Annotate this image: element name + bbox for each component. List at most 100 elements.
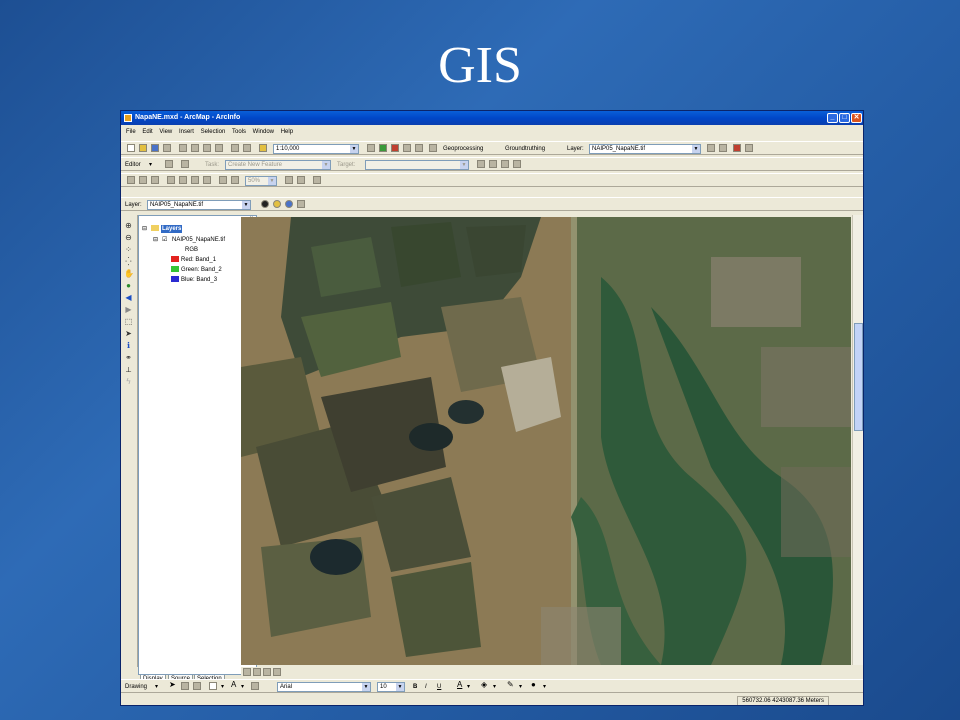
- scroll-thumb[interactable]: [854, 323, 863, 431]
- menu-window[interactable]: Window: [253, 126, 274, 138]
- edit-tool-icon[interactable]: [165, 160, 173, 168]
- text-tool-icon[interactable]: A: [231, 681, 236, 689]
- cut-icon[interactable]: [179, 144, 187, 152]
- map-vertical-scrollbar[interactable]: [852, 215, 863, 665]
- groundtruthing-menu[interactable]: Groundtruthing: [505, 145, 545, 153]
- forward-extent-icon[interactable]: ▶: [124, 305, 133, 314]
- data-view-icon[interactable]: [243, 668, 251, 676]
- tool-icon[interactable]: [151, 176, 159, 184]
- layout-view-icon[interactable]: [253, 668, 261, 676]
- new-document-icon[interactable]: [127, 144, 135, 152]
- swipe-layer-icon[interactable]: [297, 200, 305, 208]
- tool-icon[interactable]: [191, 176, 199, 184]
- rotate-tool-icon[interactable]: [489, 160, 497, 168]
- zoom-whole-page-icon[interactable]: [193, 682, 201, 690]
- font-size-combo[interactable]: 10 ▼: [377, 682, 405, 692]
- chevron-down-icon[interactable]: ▾: [241, 683, 244, 691]
- zoom-in-icon[interactable]: ⊕: [124, 221, 133, 230]
- menu-selection[interactable]: Selection: [201, 126, 226, 138]
- attributes-icon[interactable]: [501, 160, 509, 168]
- chevron-down-icon[interactable]: ▾: [467, 683, 470, 691]
- sketch-properties-icon[interactable]: [513, 160, 521, 168]
- hyperlink-icon[interactable]: ϟ: [124, 377, 133, 386]
- menu-tools[interactable]: Tools: [232, 126, 246, 138]
- chevron-down-icon[interactable]: ▾: [493, 683, 496, 691]
- line-color-icon[interactable]: ✎: [507, 681, 514, 689]
- chevron-down-icon[interactable]: ▾: [543, 683, 546, 691]
- drawing-menu[interactable]: Drawing: [125, 683, 147, 691]
- tool-icon[interactable]: [179, 176, 187, 184]
- sketch-tool-icon[interactable]: [181, 160, 189, 168]
- fill-color-icon[interactable]: ◈: [481, 681, 487, 689]
- chevron-down-icon[interactable]: ▾: [519, 683, 522, 691]
- add-data-icon[interactable]: [259, 144, 267, 152]
- paste-icon[interactable]: [203, 144, 211, 152]
- redo-icon[interactable]: [243, 144, 251, 152]
- measure-icon[interactable]: ⟂: [124, 365, 133, 374]
- italic-button[interactable]: I: [425, 683, 427, 691]
- map-scale-combo[interactable]: 1:10,000 ▼: [273, 144, 359, 154]
- editor-menu[interactable]: Editor: [125, 161, 141, 169]
- target-combo[interactable]: ▼: [365, 160, 469, 170]
- editor-toolbar-icon[interactable]: [367, 144, 375, 152]
- table-icon[interactable]: [745, 144, 753, 152]
- swipe-icon[interactable]: [707, 144, 715, 152]
- tool-icon[interactable]: [231, 176, 239, 184]
- model-builder-icon[interactable]: [415, 144, 423, 152]
- tool-icon[interactable]: [203, 176, 211, 184]
- menu-insert[interactable]: Insert: [179, 126, 194, 138]
- tool-icon[interactable]: [127, 176, 135, 184]
- menu-help[interactable]: Help: [281, 126, 293, 138]
- save-icon[interactable]: [151, 144, 159, 152]
- whats-this-icon[interactable]: [429, 144, 437, 152]
- effects-layer-combo[interactable]: NAIP05_NapaNE.tif ▼: [147, 200, 251, 210]
- close-button[interactable]: ✕: [851, 113, 862, 123]
- open-icon[interactable]: [139, 144, 147, 152]
- chevron-down-icon[interactable]: ▾: [155, 683, 158, 691]
- geoprocessing-menu[interactable]: Geoprocessing: [443, 145, 483, 153]
- tool-icon[interactable]: [219, 176, 227, 184]
- layer-visibility-checkbox[interactable]: ☑: [162, 236, 167, 244]
- chevron-down-icon[interactable]: [719, 144, 727, 152]
- task-combo[interactable]: Create New Feature ▼: [225, 160, 331, 170]
- transparency-icon[interactable]: [285, 200, 293, 208]
- map-display[interactable]: [241, 217, 851, 665]
- tool-icon[interactable]: [139, 176, 147, 184]
- minimize-button[interactable]: _: [827, 113, 838, 123]
- arctoolbox-icon[interactable]: [379, 144, 387, 152]
- split-tool-icon[interactable]: [477, 160, 485, 168]
- expand-icon[interactable]: ⊟: [153, 236, 158, 244]
- data-frame-layers[interactable]: Layers: [161, 225, 183, 233]
- chevron-down-icon[interactable]: ▾: [221, 683, 224, 691]
- refresh-icon[interactable]: [263, 668, 271, 676]
- rotate-icon[interactable]: [181, 682, 189, 690]
- bold-button[interactable]: B: [413, 683, 417, 691]
- contrast-icon[interactable]: [261, 200, 269, 208]
- arccatalog-icon[interactable]: [391, 144, 399, 152]
- tool-icon[interactable]: [313, 176, 321, 184]
- full-extent-icon[interactable]: ●: [124, 281, 133, 290]
- maximize-button[interactable]: □: [839, 113, 850, 123]
- fixed-zoom-in-icon[interactable]: ⁘: [124, 245, 133, 254]
- underline-button[interactable]: U: [437, 683, 441, 691]
- marker-color-icon[interactable]: ●: [531, 681, 536, 689]
- command-line-icon[interactable]: [403, 144, 411, 152]
- zoom-combo[interactable]: 50% ▼: [245, 176, 277, 186]
- print-icon[interactable]: [163, 144, 171, 152]
- tool-icon[interactable]: [167, 176, 175, 184]
- copy-icon[interactable]: [191, 144, 199, 152]
- select-features-icon[interactable]: ⬚: [124, 317, 133, 326]
- font-combo[interactable]: Arial ▼: [277, 682, 371, 692]
- select-elements-icon[interactable]: ➤: [169, 681, 176, 689]
- menu-file[interactable]: File: [126, 126, 136, 138]
- brightness-icon[interactable]: [273, 200, 281, 208]
- font-color-icon[interactable]: A: [457, 681, 462, 689]
- tool-icon[interactable]: [297, 176, 305, 184]
- rectangle-icon[interactable]: [209, 682, 217, 690]
- pause-drawing-icon[interactable]: [273, 668, 281, 676]
- delete-icon[interactable]: [215, 144, 223, 152]
- toc-layer-name[interactable]: NAIP05_NapaNE.tif: [172, 236, 225, 244]
- zoom-out-icon[interactable]: ⊖: [124, 233, 133, 242]
- select-elements-icon[interactable]: ➤: [124, 329, 133, 338]
- tool-icon[interactable]: [285, 176, 293, 184]
